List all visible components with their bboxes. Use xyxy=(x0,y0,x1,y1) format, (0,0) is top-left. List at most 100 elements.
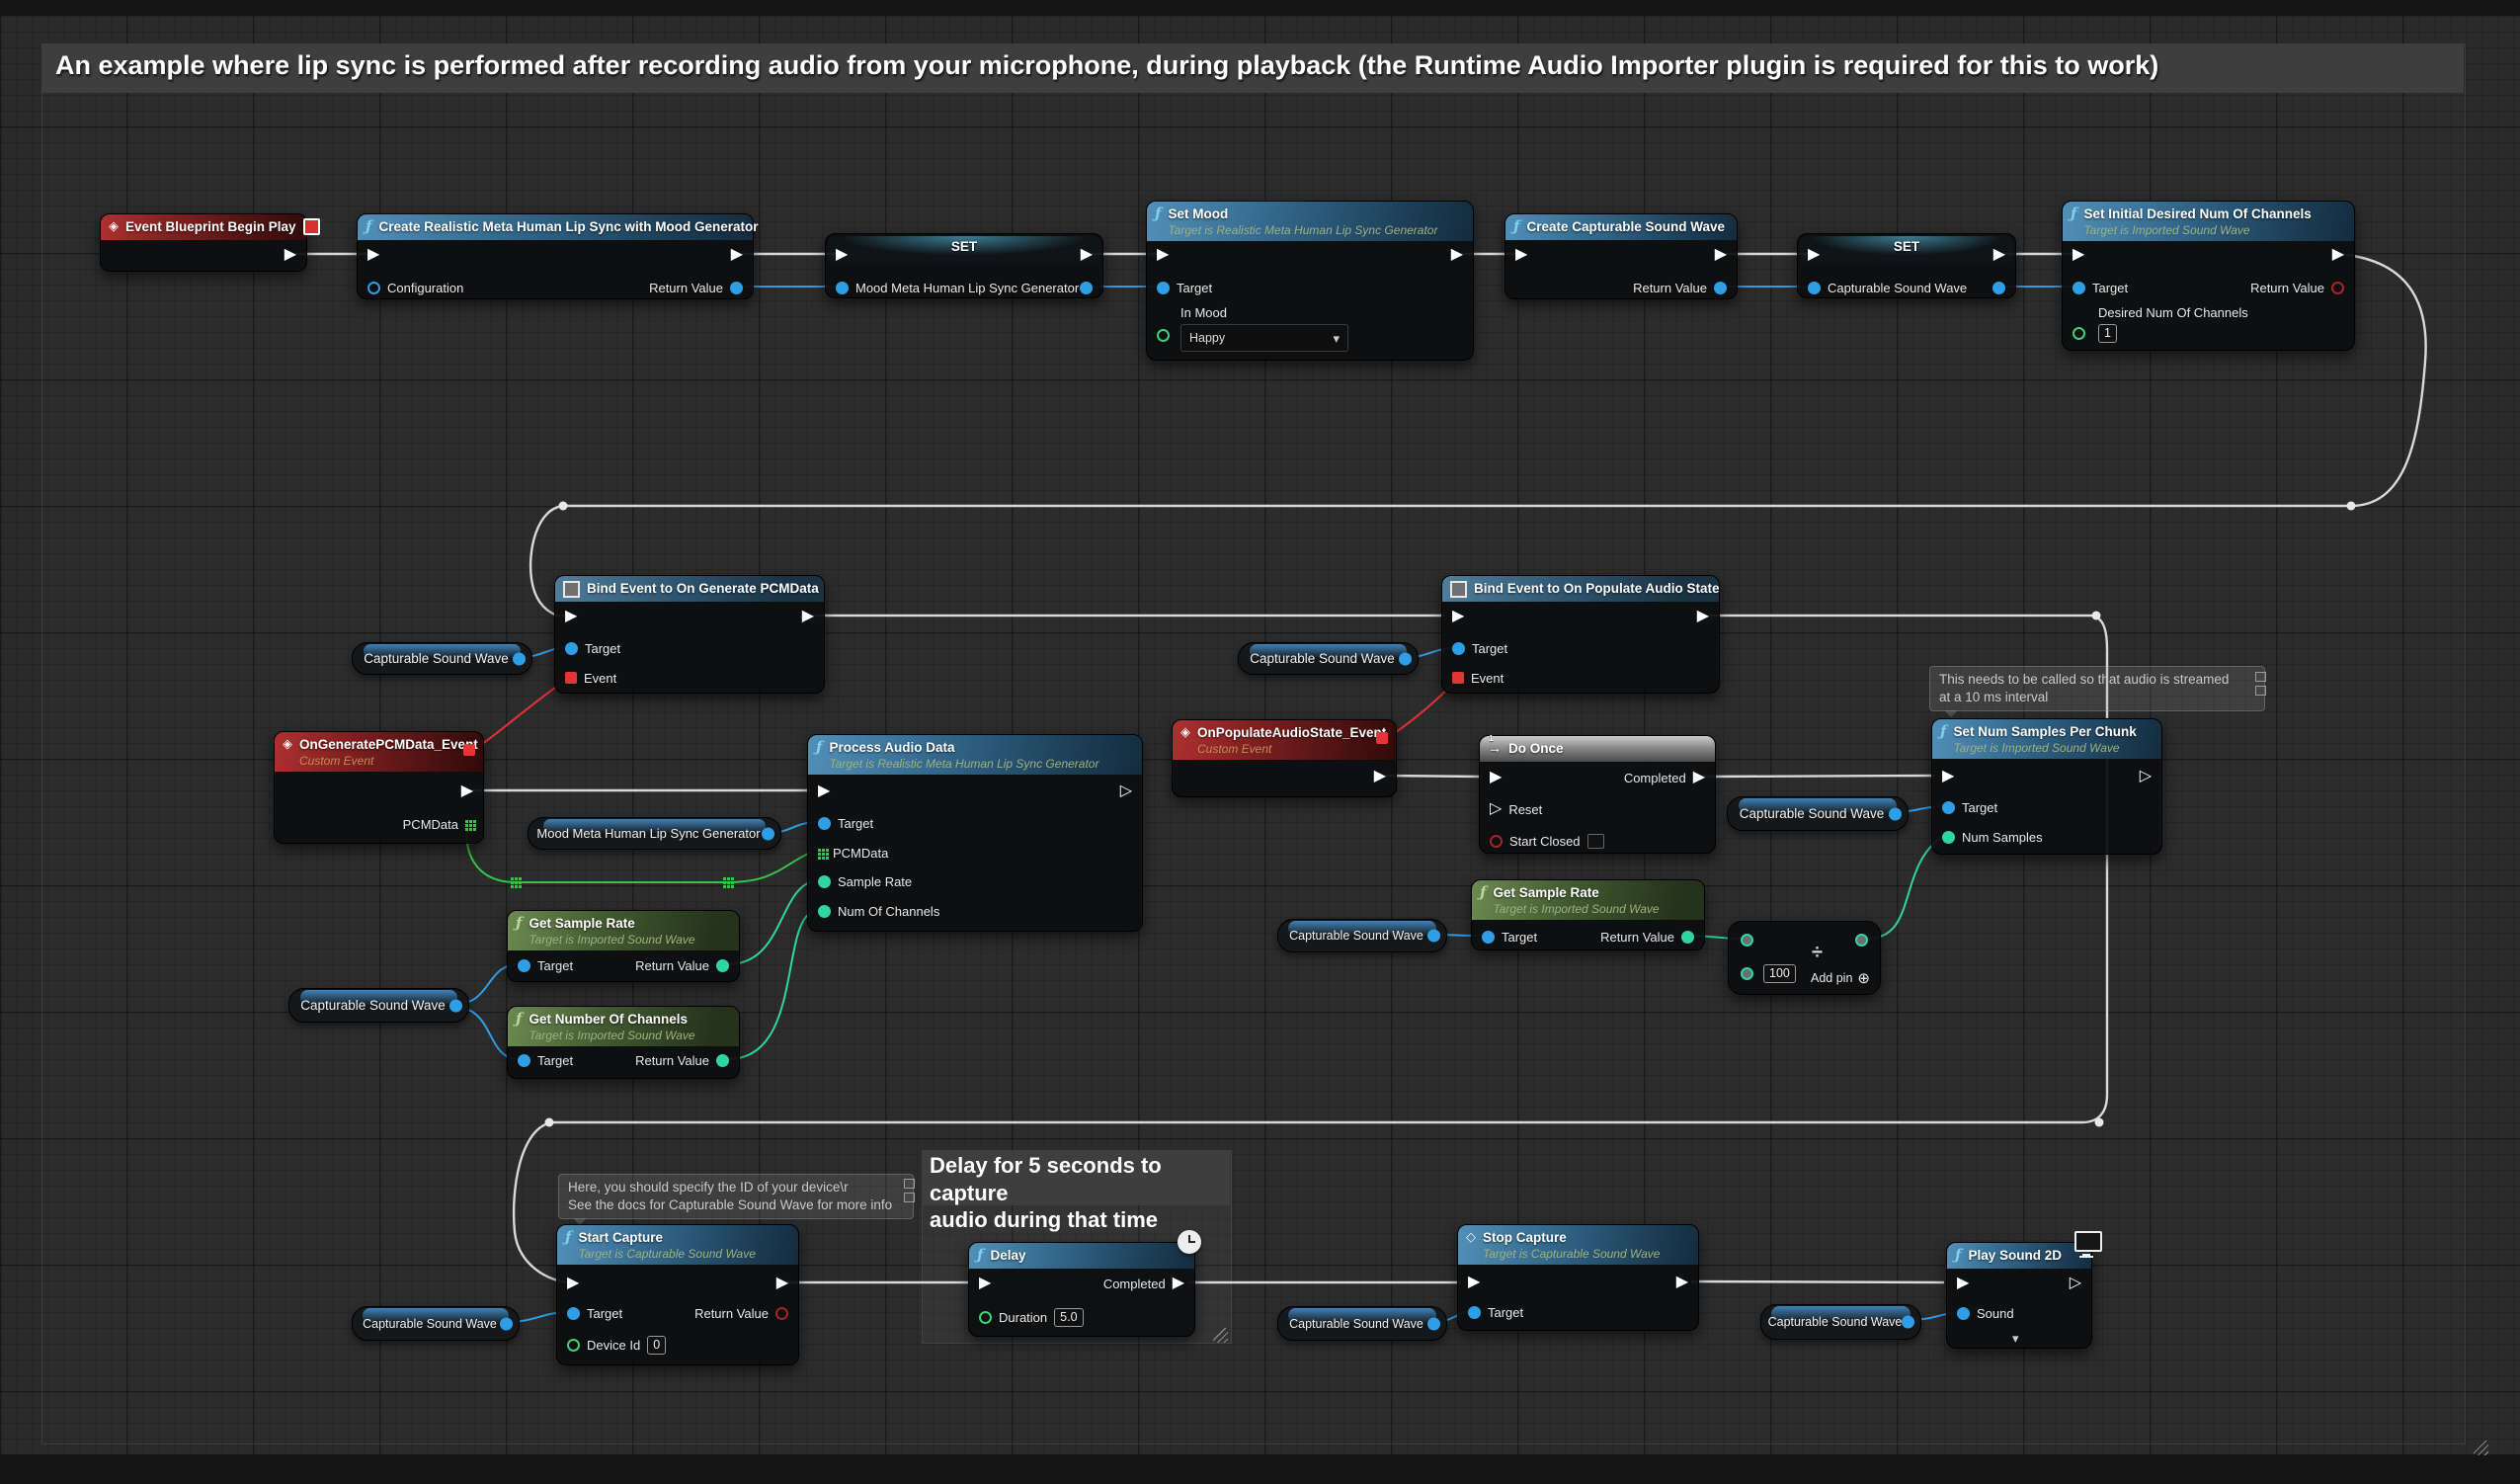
pill-capturable-sound-wave[interactable]: Capturable Sound Wave xyxy=(352,1306,520,1341)
node-set-mood-generator-var[interactable]: SET ▶ ▶ Mood Meta Human Lip Sync Generat… xyxy=(825,233,1103,298)
divisor-value[interactable]: 100 xyxy=(1763,964,1796,983)
exec-out-pin[interactable]: ▶ xyxy=(1993,244,2005,266)
expand-chevron-icon[interactable]: ▾ xyxy=(2012,1332,2019,1345)
exec-out-pin[interactable]: ▷ xyxy=(1120,781,1132,802)
exec-out-pin[interactable]: ▶ xyxy=(802,606,814,627)
pill-mood-generator[interactable]: Mood Meta Human Lip Sync Generator xyxy=(528,817,781,850)
delegate-out-pin[interactable] xyxy=(463,744,475,756)
exec-out-pin[interactable]: ▶ xyxy=(1715,244,1727,266)
node-divide[interactable]: ÷ 100 Add pin ⊕ xyxy=(1728,921,1881,995)
node-get-sample-rate-right[interactable]: ƒ Get Sample Rate Target is Imported Sou… xyxy=(1471,879,1705,950)
exec-out-pin[interactable]: ▶ xyxy=(1081,244,1093,266)
exec-out-pin[interactable]: ▶ xyxy=(461,781,473,802)
target-pin[interactable]: Target xyxy=(518,954,573,976)
exec-in-pin[interactable]: ▶ xyxy=(1942,766,1954,787)
node-stop-capture[interactable]: ◇ Stop Capture Target is Capturable Soun… xyxy=(1457,1224,1699,1331)
node-bind-event-pcmdata[interactable]: Bind Event to On Generate PCMData ▶ ▶ Ta… xyxy=(554,575,825,694)
pill-capturable-sound-wave[interactable]: Capturable Sound Wave xyxy=(1238,642,1419,675)
exec-in-pin[interactable]: ▶ xyxy=(1490,767,1502,788)
exec-out-pin[interactable]: ▶ xyxy=(1697,606,1709,627)
exec-out-pin[interactable]: ▶ xyxy=(1374,766,1386,787)
pill-capturable-sound-wave[interactable]: Capturable Sound Wave xyxy=(1277,919,1447,952)
node-start-capture[interactable]: ƒ Start Capture Target is Capturable Sou… xyxy=(556,1224,799,1365)
reset-pin[interactable]: ▷Reset xyxy=(1490,798,1542,820)
exec-out-pin[interactable]: ▷ xyxy=(2070,1273,2081,1294)
pill-capturable-sound-wave[interactable]: Capturable Sound Wave xyxy=(1727,796,1909,831)
target-pin[interactable]: Target xyxy=(518,1049,573,1071)
exec-in-pin[interactable]: ▶ xyxy=(1957,1273,1969,1294)
variable-in-pin[interactable]: Capturable Sound Wave xyxy=(1808,277,1967,298)
node-do-once[interactable]: 1→ Do Once ▶ ▶Completed ▷Reset Start Clo… xyxy=(1479,735,1716,854)
completed-pin[interactable]: ▶Completed xyxy=(1624,767,1705,788)
device-id-value[interactable]: 0 xyxy=(647,1336,666,1355)
array-wire-knot-icon[interactable] xyxy=(511,877,514,880)
exec-in-pin[interactable]: ▶ xyxy=(565,606,577,627)
pcmdata-out-pin[interactable]: PCMData xyxy=(403,813,473,835)
delay-comment-resize-grip[interactable] xyxy=(1213,1328,1228,1343)
target-pin[interactable]: Target xyxy=(1482,926,1537,948)
node-set-initial-num-channels[interactable]: ƒ Set Initial Desired Num Of Channels Ta… xyxy=(2062,201,2355,351)
node-process-audio-data[interactable]: ƒ Process Audio Data Target is Realistic… xyxy=(807,734,1143,932)
exec-in-pin[interactable]: ▶ xyxy=(1468,1272,1480,1293)
exec-in-pin[interactable]: ▶ xyxy=(1808,244,1820,266)
exec-in-pin[interactable]: ▶ xyxy=(818,781,830,802)
array-wire-knot-icon[interactable] xyxy=(723,877,726,880)
return-value-pin[interactable]: Return Value xyxy=(1600,926,1694,948)
return-value-pin[interactable]: Return Value xyxy=(1633,277,1727,298)
in-mood-pin[interactable] xyxy=(1157,324,1170,346)
comment-resize-grip[interactable] xyxy=(2474,1441,2488,1455)
variable-in-pin[interactable]: Mood Meta Human Lip Sync Generator xyxy=(836,277,1079,298)
blueprint-graph-canvas[interactable]: An example where lip sync is performed a… xyxy=(0,0,2520,1484)
duration-pin[interactable]: Duration5.0 xyxy=(979,1306,1084,1328)
mood-dropdown[interactable]: Happy ▾ xyxy=(1180,324,1348,352)
node-event-begin-play[interactable]: ◈ Event Blueprint Begin Play ▶ xyxy=(100,213,307,272)
exec-out-pin[interactable]: ▶ xyxy=(285,244,296,266)
device-id-pin[interactable]: Device Id0 xyxy=(567,1334,666,1356)
exec-out-pin[interactable]: ▶ xyxy=(1451,244,1463,266)
stream-note-bubble[interactable]: This needs to be called so that audio is… xyxy=(1929,666,2265,711)
node-play-sound-2d[interactable]: ƒ Play Sound 2D ▶ ▷ Sound ▾ xyxy=(1946,1242,2092,1349)
add-pin-button[interactable]: Add pin ⊕ xyxy=(1811,969,1870,987)
divide-output-pin[interactable] xyxy=(1855,929,1868,950)
device-note-bubble[interactable]: Here, you should specify the ID of your … xyxy=(558,1174,914,1219)
exec-out-pin[interactable]: ▶ xyxy=(731,244,743,266)
target-pin[interactable]: Target xyxy=(1452,637,1507,659)
pill-capturable-sound-wave[interactable]: Capturable Sound Wave xyxy=(288,988,469,1023)
node-bind-event-audio-state[interactable]: Bind Event to On Populate Audio State ▶ … xyxy=(1441,575,1720,694)
node-ongenerate-pcmdata-event[interactable]: ◈ OnGeneratePCMData_Event Custom Event ▶… xyxy=(274,731,484,844)
return-value-pin[interactable]: Return Value xyxy=(694,1302,788,1324)
pill-capturable-sound-wave[interactable]: Capturable Sound Wave xyxy=(1760,1304,1921,1340)
delegate-out-pin[interactable] xyxy=(1376,732,1388,744)
exec-in-pin[interactable]: ▶ xyxy=(1515,244,1527,266)
desired-num-channels-pin[interactable] xyxy=(2073,322,2085,344)
target-pin[interactable]: Target xyxy=(1942,796,1997,818)
exec-in-pin[interactable]: ▶ xyxy=(979,1273,991,1294)
node-set-num-samples-per-chunk[interactable]: ƒ Set Num Samples Per Chunk Target is Im… xyxy=(1931,718,2162,855)
divide-input-a-pin[interactable] xyxy=(1741,929,1753,950)
divide-input-b-pin[interactable] xyxy=(1741,962,1753,984)
desired-num-channels-value[interactable]: 1 xyxy=(2098,324,2117,343)
start-closed-checkbox[interactable] xyxy=(1587,834,1604,849)
target-pin[interactable]: Target xyxy=(1468,1301,1523,1323)
duration-value[interactable]: 5.0 xyxy=(1054,1308,1083,1327)
exec-out-pin[interactable]: ▷ xyxy=(2140,766,2152,787)
node-delay[interactable]: ƒ Delay ▶ ▶Completed Duration5.0 xyxy=(968,1242,1195,1337)
exec-out-pin[interactable]: ▶ xyxy=(1676,1272,1688,1293)
variable-out-pin[interactable] xyxy=(1080,277,1093,298)
node-onpopulate-audiostate-event[interactable]: ◈ OnPopulateAudioState_Event Custom Even… xyxy=(1172,719,1397,797)
variable-out-pin[interactable] xyxy=(1992,277,2005,298)
return-value-pin[interactable]: Return Value xyxy=(649,277,743,298)
exec-in-pin[interactable]: ▶ xyxy=(567,1273,579,1294)
node-set-mood[interactable]: ƒ Set Mood Target is Realistic Meta Huma… xyxy=(1146,201,1474,361)
start-closed-pin[interactable]: Start Closed xyxy=(1490,830,1604,852)
node-set-capturable-var[interactable]: SET ▶ ▶ Capturable Sound Wave xyxy=(1797,233,2016,298)
return-value-pin[interactable]: Return Value xyxy=(2250,277,2344,298)
node-get-sample-rate-left[interactable]: ƒ Get Sample Rate Target is Imported Sou… xyxy=(507,910,740,982)
exec-out-pin[interactable]: ▶ xyxy=(2332,244,2344,266)
event-delegate-pin[interactable]: Event xyxy=(565,667,616,689)
node-create-capturable-sound-wave[interactable]: ƒ Create Capturable Sound Wave ▶ ▶ Retur… xyxy=(1504,213,1738,299)
sample-rate-pin[interactable]: Sample Rate xyxy=(818,870,912,892)
return-value-pin[interactable]: Return Value xyxy=(635,1049,729,1071)
configuration-pin[interactable]: Configuration xyxy=(367,277,463,298)
exec-in-pin[interactable]: ▶ xyxy=(1157,244,1169,266)
